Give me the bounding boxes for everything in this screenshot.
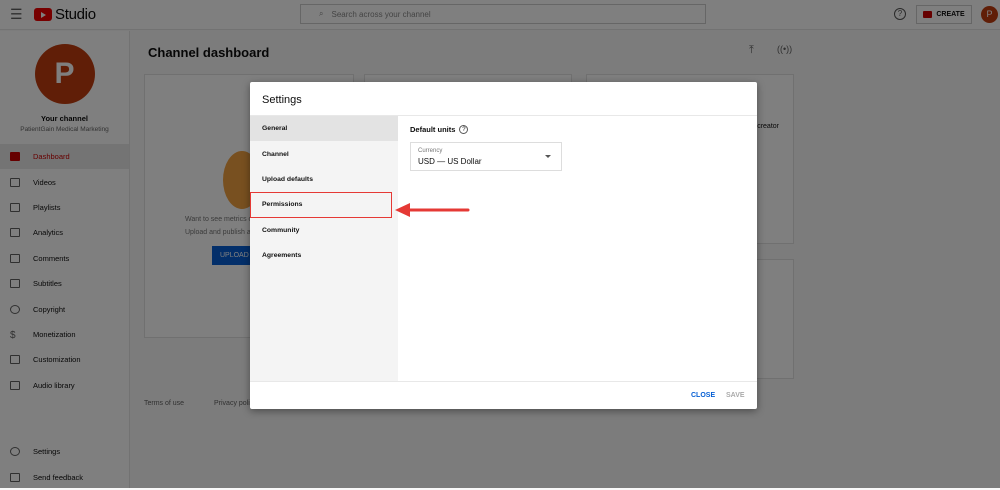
- section-title: Default units: [410, 125, 456, 134]
- close-button[interactable]: CLOSE: [691, 392, 715, 399]
- help-icon[interactable]: ?: [459, 125, 469, 134]
- dialog-footer: CLOSE SAVE: [250, 381, 757, 409]
- currency-select[interactable]: Currency USD — US Dollar: [410, 142, 562, 171]
- chevron-down-icon: [545, 155, 551, 158]
- annotation-arrow-icon: [395, 203, 470, 217]
- settings-tab-channel[interactable]: Channel: [250, 141, 398, 166]
- save-button[interactable]: SAVE: [726, 392, 745, 399]
- currency-label: Currency: [418, 148, 443, 154]
- settings-nav: General Channel Upload defaults Permissi…: [250, 116, 398, 381]
- settings-tab-permissions[interactable]: Permissions: [250, 192, 392, 218]
- settings-tab-community[interactable]: Community: [250, 218, 398, 243]
- settings-tab-upload-defaults[interactable]: Upload defaults: [250, 167, 398, 192]
- settings-tab-agreements[interactable]: Agreements: [250, 243, 398, 268]
- currency-value: USD — US Dollar: [418, 157, 482, 166]
- settings-dialog: Settings General Channel Upload defaults…: [250, 82, 757, 409]
- settings-tab-general[interactable]: General: [250, 116, 398, 142]
- dialog-title: Settings: [250, 82, 757, 116]
